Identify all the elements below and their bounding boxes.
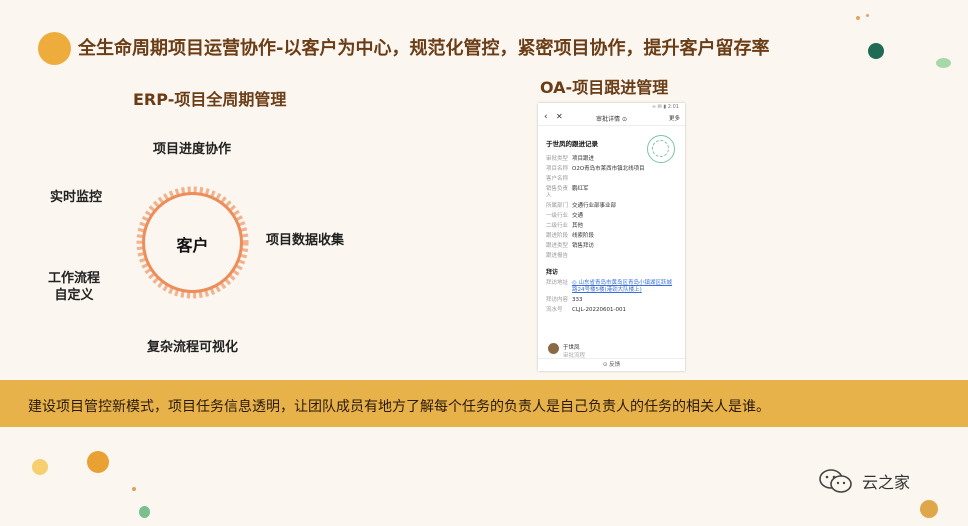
- avatar: [548, 343, 559, 354]
- brand-name: 云之家: [862, 473, 911, 492]
- feedback-button[interactable]: ⊙ 反馈: [538, 358, 685, 371]
- visit-section-title: 拜访: [546, 269, 559, 276]
- page-title: 全生命周期项目运营协作-以客户为中心，规范化管控，紧密项目协作，提升客户留存率: [78, 38, 770, 59]
- erp-item-visual: 复杂流程可视化: [147, 340, 239, 355]
- decor-dot: [868, 43, 884, 59]
- record-row: 拜访内容 333: [546, 296, 583, 303]
- record-row: 项目名称 O2O青岛市莱西市镇北线项目: [546, 165, 645, 172]
- phone-nav-title: 审批详情 ⊙: [596, 116, 627, 123]
- summary-banner-text: 建设项目管控新模式，项目任务信息透明，让团队成员有地方了解每个任务的负责人是自己…: [28, 399, 770, 415]
- decor-dot: [936, 58, 951, 68]
- phone-status-bar: ∞ ✉ ▮ 2:01: [651, 104, 679, 110]
- oa-heading: OA-项目跟进管理: [540, 78, 669, 97]
- record-row: 跟进类型 销售拜访: [546, 242, 595, 249]
- erp-item-progress: 项目进度协作: [153, 142, 232, 157]
- erp-item-monitor: 实时监控: [50, 190, 103, 205]
- decor-dot: [856, 16, 860, 20]
- decor-dot: [87, 451, 109, 473]
- record-row: 跟进报告: [546, 252, 569, 259]
- record-row: 一级行业 交通: [546, 212, 584, 219]
- brand-watermark: 云之家: [818, 468, 910, 494]
- summary-banner: 建设项目管控新模式，项目任务信息透明，让团队成员有地方了解每个任务的负责人是自己…: [0, 380, 968, 427]
- erp-item-workflow-line2: 自定义: [54, 288, 94, 303]
- record-row: 所属部门 交通行业部事业部: [546, 202, 617, 209]
- decor-dot: [866, 14, 869, 17]
- erp-item-data: 项目数据收集: [266, 233, 345, 248]
- record-row: 销售负责人 鹏红军: [546, 185, 589, 199]
- erp-item-workflow-line1: 工作流程: [48, 271, 101, 286]
- decor-dot: [132, 487, 136, 491]
- approver-user: 于世凤 审批流程: [548, 343, 585, 359]
- customer-center-label: 客户: [176, 236, 209, 255]
- decor-dot: [139, 506, 150, 518]
- record-row: 跟进阶段 线索阶段: [546, 232, 595, 239]
- wechat-icon: [819, 469, 852, 493]
- decor-dot: [32, 459, 48, 475]
- visit-address-link[interactable]: ◎ 山东省青岛市黄岛区青岛小镇湖区跃城路24号楼5楼(港劲大队楼上): [572, 280, 677, 294]
- erp-item-workflow: 工作流程 自定义: [48, 270, 100, 304]
- phone-more-button[interactable]: 更多: [669, 114, 680, 122]
- record-row: 客户名称: [546, 175, 569, 182]
- phone-nav-bar: ‹ ✕ 审批详情 ⊙ 更多: [538, 111, 685, 126]
- phone-screenshot: ∞ ✉ ▮ 2:01 ‹ ✕ 审批详情 ⊙ 更多 于世凤的跟进记录 审批类型 项目…: [538, 103, 685, 371]
- record-row: 拜访地址 ◎ 山东省青岛市黄岛区青岛小镇湖区跃城路24号楼5楼(港劲大队楼上): [538, 278, 685, 295]
- approval-stamp-icon: [647, 135, 675, 163]
- decor-dot: [920, 500, 938, 518]
- record-row: 二级行业 其他: [546, 222, 584, 229]
- approver-name: 于世凤: [563, 345, 580, 351]
- erp-heading: ERP-项目全周期管理: [133, 90, 287, 109]
- decor-dot: [38, 32, 71, 65]
- record-row: 流水号 CLJL-20220601-001: [546, 306, 626, 313]
- record-fields: 审批类型 项目跟进 项目名称 O2O青岛市莱西市镇北线项目 客户名称 销售负责人 鹏红…: [538, 154, 685, 261]
